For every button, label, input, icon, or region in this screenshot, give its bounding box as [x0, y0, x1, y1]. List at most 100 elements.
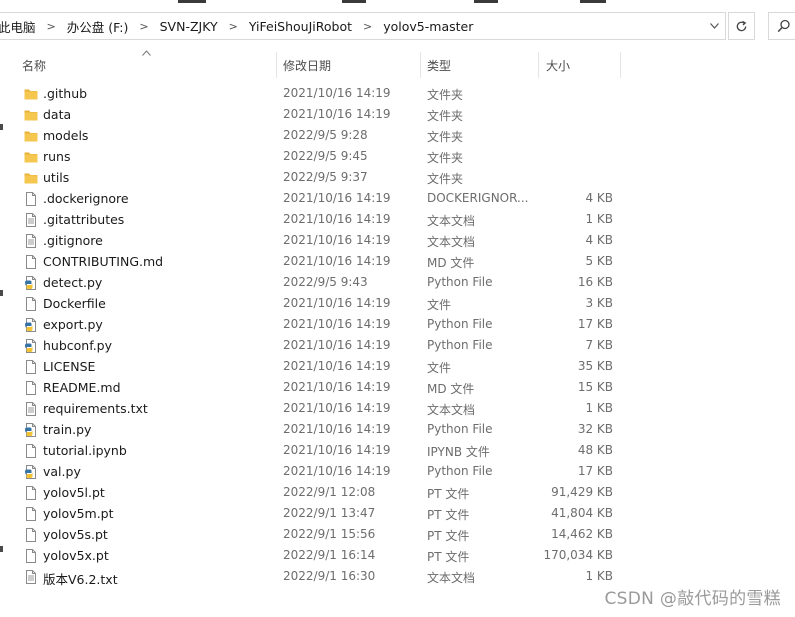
column-divider[interactable]	[620, 52, 621, 78]
search-box[interactable]	[768, 12, 795, 40]
python-file-icon	[23, 464, 39, 480]
breadcrumb-drive[interactable]: 办公盘 (F:)	[65, 17, 131, 36]
file-name: train.py	[43, 422, 92, 437]
file-type: 文件夹	[427, 109, 464, 123]
file-modified-date: 2021/10/16 14:19	[283, 107, 391, 121]
ribbon-fragment	[342, 0, 366, 3]
file-size: 35 KB	[577, 359, 613, 373]
nav-pane-fragment	[0, 124, 3, 130]
column-header: 名称 修改日期 类型 大小	[0, 50, 795, 80]
file-modified-date: 2021/10/16 14:19	[283, 86, 391, 100]
file-size: 17 KB	[577, 464, 613, 478]
file-row[interactable]: README.md 2021/10/16 14:19 MD 文件 15 KB	[20, 378, 620, 399]
address-bar[interactable]: 此电脑 > 办公盘 (F:) > SVN-ZJKY > YiFeiShouJiR…	[0, 12, 726, 40]
column-divider[interactable]	[420, 52, 421, 78]
ribbon-fragment	[178, 0, 206, 3]
folder-icon	[23, 128, 39, 144]
file-modified-date: 2022/9/1 16:30	[283, 569, 376, 583]
file-row[interactable]: .gitattributes 2021/10/16 14:19 文本文档 1 KB	[20, 210, 620, 231]
ribbon-fragment	[580, 0, 606, 3]
file-name: .gitattributes	[43, 212, 125, 227]
file-type: 文本文档	[427, 214, 476, 228]
breadcrumb-separator-icon[interactable]: >	[130, 20, 157, 33]
text-file-icon	[23, 212, 39, 228]
text-file-icon	[23, 569, 39, 585]
column-type-header[interactable]: 类型	[427, 50, 537, 80]
file-modified-date: 2022/9/1 12:08	[283, 485, 376, 499]
file-row[interactable]: yolov5x.pt 2022/9/1 16:14 PT 文件 170,034 KB	[20, 546, 620, 567]
file-size: 4 KB	[585, 233, 613, 247]
file-name: export.py	[43, 317, 103, 332]
file-size: 170,034 KB	[543, 548, 613, 562]
ribbon-fragment	[474, 0, 498, 3]
file-row[interactable]: yolov5m.pt 2022/9/1 13:47 PT 文件 41,804 KB	[20, 504, 620, 525]
file-name: requirements.txt	[43, 401, 148, 416]
file-modified-date: 2022/9/1 15:56	[283, 527, 376, 541]
file-modified-date: 2022/9/1 13:47	[283, 506, 376, 520]
folder-icon	[23, 170, 39, 186]
file-name: yolov5m.pt	[43, 506, 114, 521]
file-row[interactable]: Dockerfile 2021/10/16 14:19 文件 3 KB	[20, 294, 620, 315]
file-row[interactable]: yolov5s.pt 2022/9/1 15:56 PT 文件 14,462 KB	[20, 525, 620, 546]
file-name: models	[43, 128, 89, 143]
file-modified-date: 2022/9/5 9:37	[283, 170, 368, 184]
file-name: runs	[43, 149, 71, 164]
file-row[interactable]: train.py 2021/10/16 14:19 Python File 32 KB	[20, 420, 620, 441]
file-name: LICENSE	[43, 359, 96, 374]
file-row[interactable]: 版本V6.2.txt 2022/9/1 16:30 文本文档 1 KB	[20, 567, 620, 588]
refresh-icon	[736, 20, 747, 31]
file-modified-date: 2021/10/16 14:19	[283, 254, 391, 268]
file-row[interactable]: val.py 2021/10/16 14:19 Python File 17 KB	[20, 462, 620, 483]
column-name-label: 名称	[22, 58, 47, 73]
breadcrumb-separator-icon[interactable]: >	[354, 20, 381, 33]
folder-row[interactable]: utils 2022/9/5 9:37 文件夹	[20, 168, 620, 189]
python-file-icon	[23, 317, 39, 333]
file-type: DOCKERIGNOR...	[427, 191, 529, 205]
breadcrumb-robot[interactable]: YiFeiShouJiRobot	[247, 19, 354, 34]
breadcrumb-separator-icon[interactable]: >	[220, 20, 247, 33]
file-row[interactable]: hubconf.py 2021/10/16 14:19 Python File 7 K…	[20, 336, 620, 357]
folder-icon	[23, 149, 39, 165]
breadcrumb-this-pc[interactable]: 此电脑	[0, 17, 38, 36]
folder-icon	[23, 86, 39, 102]
column-size-label: 大小	[546, 58, 571, 73]
file-size: 3 KB	[585, 296, 613, 310]
column-divider[interactable]	[276, 52, 277, 78]
python-file-icon	[23, 275, 39, 291]
file-name: .gitignore	[43, 233, 103, 248]
file-row[interactable]: tutorial.ipynb 2021/10/16 14:19 IPYNB 文件 48…	[20, 441, 620, 462]
file-row[interactable]: detect.py 2022/9/5 9:43 Python File 16 KB	[20, 273, 620, 294]
breadcrumb-current-folder[interactable]: yolov5-master	[381, 19, 475, 34]
column-date-header[interactable]: 修改日期	[283, 50, 419, 80]
file-type: Python File	[427, 338, 493, 352]
file-row[interactable]: .dockerignore 2021/10/16 14:19 DOCKERIGNOR…	[20, 189, 620, 210]
watermark: CSDN @敲代码的雪糕	[604, 589, 781, 609]
file-name: tutorial.ipynb	[43, 443, 127, 458]
breadcrumb-separator-icon[interactable]: >	[38, 20, 65, 33]
address-toolbar: 此电脑 > 办公盘 (F:) > SVN-ZJKY > YiFeiShouJiR…	[0, 9, 795, 45]
file-row[interactable]: export.py 2021/10/16 14:19 Python File 17 K…	[20, 315, 620, 336]
file-type: PT 文件	[427, 508, 470, 522]
folder-row[interactable]: models 2022/9/5 9:28 文件夹	[20, 126, 620, 147]
column-name-header[interactable]: 名称	[22, 50, 274, 80]
file-row[interactable]: LICENSE 2021/10/16 14:19 文件 35 KB	[20, 357, 620, 378]
folder-row[interactable]: data 2021/10/16 14:19 文件夹	[20, 105, 620, 126]
folder-row[interactable]: runs 2022/9/5 9:45 文件夹	[20, 147, 620, 168]
folder-row[interactable]: .github 2021/10/16 14:19 文件夹	[20, 84, 620, 105]
file-modified-date: 2021/10/16 14:19	[283, 233, 391, 247]
file-row[interactable]: .gitignore 2021/10/16 14:19 文本文档 4 KB	[20, 231, 620, 252]
ribbon-remnant	[0, 0, 795, 8]
column-divider[interactable]	[538, 52, 539, 78]
file-row[interactable]: yolov5l.pt 2022/9/1 12:08 PT 文件 91,429 KB	[20, 483, 620, 504]
refresh-button[interactable]	[728, 12, 755, 40]
column-size-header[interactable]: 大小	[546, 50, 620, 80]
file-size: 17 KB	[577, 317, 613, 331]
file-name: Dockerfile	[43, 296, 106, 311]
file-type: 文本文档	[427, 571, 476, 585]
file-name: data	[43, 107, 72, 122]
breadcrumb-svn-zjky[interactable]: SVN-ZJKY	[158, 19, 220, 34]
text-file-icon	[23, 233, 39, 249]
chevron-down-icon[interactable]	[702, 12, 726, 40]
file-row[interactable]: requirements.txt 2021/10/16 14:19 文本文档 1 KB	[20, 399, 620, 420]
file-row[interactable]: CONTRIBUTING.md 2021/10/16 14:19 MD 文件 5 KB	[20, 252, 620, 273]
